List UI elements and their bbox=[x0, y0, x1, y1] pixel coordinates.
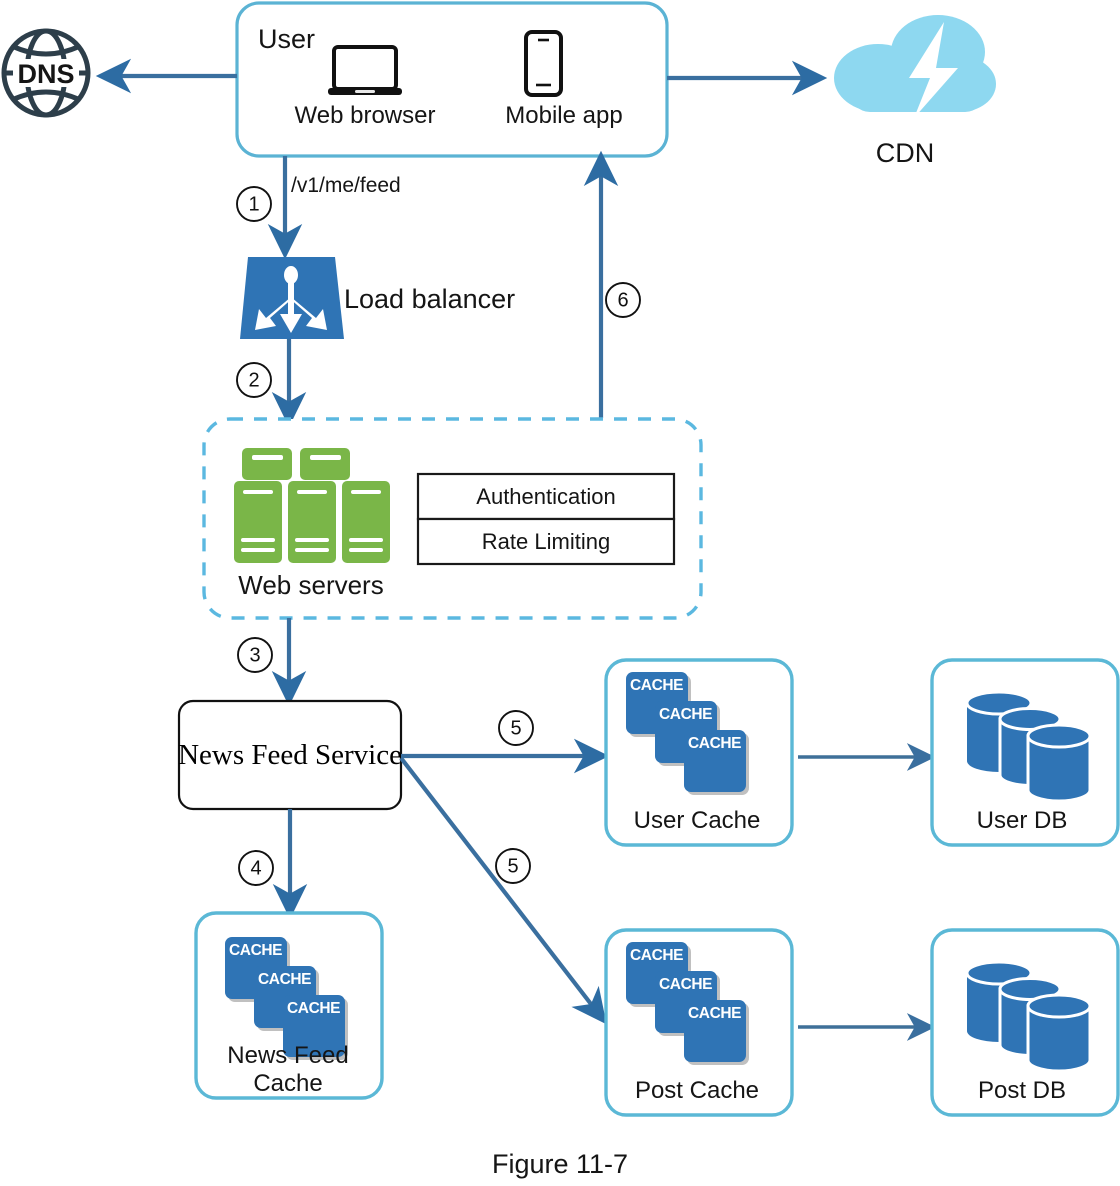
post-cache-label: Post Cache bbox=[635, 1077, 759, 1104]
news-feed-cache-label-line2: Cache bbox=[253, 1070, 322, 1097]
node-cdn[interactable]: CDN bbox=[834, 15, 996, 168]
cache-badge-2: CACHE bbox=[258, 971, 311, 988]
user-cache-label: User Cache bbox=[634, 807, 761, 834]
feature-authentication: Authentication bbox=[476, 484, 615, 509]
step-marker-1: 1 bbox=[236, 186, 272, 222]
cache-badge-2: CACHE bbox=[659, 976, 712, 993]
step-marker-5-post-cache: 5 bbox=[495, 848, 531, 884]
svg-text:2: 2 bbox=[248, 369, 259, 391]
step-marker-4: 4 bbox=[238, 850, 274, 886]
cache-badge-1: CACHE bbox=[630, 677, 683, 694]
node-post-cache[interactable]: CACHE CACHE CACHE Post Cache bbox=[604, 928, 794, 1117]
web-browser-label: Web browser bbox=[295, 102, 436, 129]
cloud-icon bbox=[834, 15, 996, 112]
svg-text:6: 6 bbox=[617, 289, 628, 311]
figure-caption: Figure 11-7 bbox=[492, 1149, 628, 1179]
node-post-db[interactable]: Post DB bbox=[930, 928, 1120, 1117]
cache-badge-1: CACHE bbox=[630, 947, 683, 964]
node-user-cache[interactable]: CACHE CACHE CACHE User Cache bbox=[604, 658, 794, 847]
step-marker-6: 6 bbox=[605, 282, 641, 318]
news-feed-service-label: News Feed Service bbox=[178, 739, 402, 771]
cache-badge-3: CACHE bbox=[688, 735, 741, 752]
news-feed-cache-label-line1: News Feed bbox=[227, 1042, 348, 1069]
post-db-label: Post DB bbox=[978, 1077, 1066, 1104]
cache-badge-3: CACHE bbox=[688, 1005, 741, 1022]
node-user-db[interactable]: User DB bbox=[930, 658, 1120, 847]
mobile-app-label: Mobile app bbox=[505, 102, 622, 129]
svg-text:1: 1 bbox=[248, 193, 259, 215]
svg-text:3: 3 bbox=[249, 644, 260, 666]
node-dns[interactable]: DNS bbox=[1, 28, 91, 118]
web-server-features-table: Authentication Rate Limiting bbox=[416, 472, 676, 566]
svg-text:4: 4 bbox=[250, 857, 261, 879]
node-news-feed-service[interactable]: News Feed Service bbox=[177, 699, 403, 811]
user-db-label: User DB bbox=[977, 807, 1068, 834]
cdn-label: CDN bbox=[876, 138, 935, 168]
cache-badge-3: CACHE bbox=[287, 1000, 340, 1017]
dns-label: DNS bbox=[17, 59, 74, 89]
user-title: User bbox=[258, 24, 315, 54]
cache-badge-2: CACHE bbox=[659, 706, 712, 723]
web-servers-label: Web servers bbox=[238, 570, 383, 600]
edge-step-5-post-cache bbox=[399, 756, 607, 1025]
api-path-label: /v1/me/feed bbox=[291, 174, 401, 197]
step-marker-3: 3 bbox=[237, 637, 273, 673]
svg-text:5: 5 bbox=[510, 717, 521, 739]
step-marker-5-user-cache: 5 bbox=[498, 710, 534, 746]
node-news-feed-cache[interactable]: CACHE CACHE CACHE News Feed Cache bbox=[194, 911, 384, 1100]
feature-rate-limiting: Rate Limiting bbox=[482, 529, 610, 554]
cache-badge-1: CACHE bbox=[229, 942, 282, 959]
svg-text:5: 5 bbox=[507, 855, 518, 877]
architecture-diagram: DNS User Web browser Mobile app CDN /v1/… bbox=[0, 0, 1120, 1186]
load-balancer-label: Load balancer bbox=[344, 284, 515, 314]
node-load-balancer[interactable]: Load balancer bbox=[240, 257, 515, 339]
step-marker-2: 2 bbox=[236, 362, 272, 398]
